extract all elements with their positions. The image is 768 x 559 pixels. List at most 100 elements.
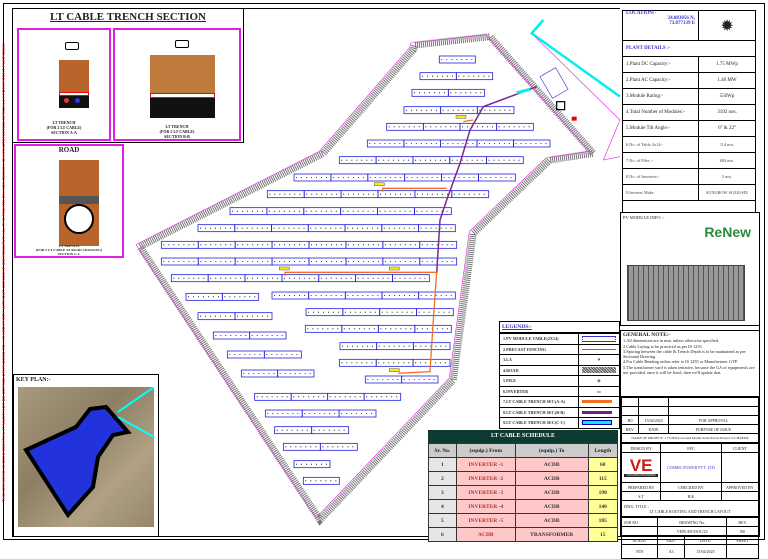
pv-module-table: [271, 240, 310, 249]
plant-details-table: LOCATION:- 24.083056 N, 73.877139 E ✹ PLAN…: [621, 10, 756, 237]
pv-module-table: [226, 350, 265, 359]
schedule-row: 3 INVERTER -3 ACDB 190: [428, 485, 619, 500]
pv-module-table: [305, 308, 344, 317]
legend-table: 1.PV MODULE TABLE(2X14) 2.PRECAST FENCING…: [499, 333, 620, 429]
pv-module-table: [234, 240, 273, 249]
legend-item: 2.PRECAST FENCING: [499, 343, 620, 355]
pv-module-table: [449, 156, 487, 165]
legend-label: 8.LT CABLE TRENCH SEC(B-B): [499, 406, 579, 418]
pv-module-panel: PV MODULE INFO :- ReNew: [620, 212, 760, 326]
detail-value: 684 nos.: [698, 152, 756, 169]
schedule-cell: 115: [587, 471, 619, 486]
pv-module-table: [382, 240, 421, 249]
dwg-title-cell: DWG. TITLE : LT CABLE ROUTING AND TRENCH …: [621, 500, 759, 517]
pv-module-table: [240, 369, 279, 378]
detail-label: 7.No. of Piles :-: [621, 152, 700, 169]
rev-header: REV.: [620, 424, 640, 434]
legend-item: 1.PV MODULE TABLE(2X14): [499, 333, 620, 345]
sheet-value: [726, 544, 759, 559]
pv-module-table: [264, 409, 303, 418]
pv-module-table: [401, 375, 439, 384]
pv-module-table: [366, 139, 405, 148]
pv-module-table: [338, 409, 377, 418]
pv-module-table: [451, 190, 490, 199]
date-cell: 15/04/2023: [638, 415, 669, 425]
pv-module-table: [419, 72, 457, 81]
schedule-title: LT CABLE SCHEDULE: [428, 430, 618, 443]
trench-section-panel: LT CABLE TRENCH SECTION LT TRENCH (FOR 2 …: [12, 8, 244, 143]
inverter-icon: [279, 266, 290, 271]
schedule-row: 1 INVERTER -1 ACDB 60: [428, 457, 619, 472]
prepared-by-label: PREPARED BY: [620, 482, 662, 492]
date-header: DATE: [638, 424, 669, 434]
client-label: CLIENT: [720, 443, 760, 453]
legend-label: 4.ROAD: [499, 364, 579, 376]
legend-item: 7.LT CABLE TRENCH SEC(A-A): [499, 396, 620, 408]
legend-label: 9.LT CABLE TRENCH SEC(C-C): [499, 417, 579, 429]
legend-label: 1.PV MODULE TABLE(2X14): [499, 333, 579, 345]
lt-cable-trench-a-a: [463, 119, 474, 123]
pv-module-table: [234, 224, 272, 233]
pv-module-table: [375, 156, 414, 165]
trench-title: LT CABLE TRENCH SECTION: [50, 11, 206, 23]
lt-cable-trench-a-a: [398, 272, 438, 374]
pv-module-table: [185, 292, 223, 301]
location-cell: LOCATION:- 24.083056 N, 73.877139 E: [621, 10, 700, 41]
cable-schedule: LT CABLE SCHEDULE Sr. No. (equip.) From (e…: [428, 430, 619, 542]
checked-by: B.K: [660, 491, 722, 501]
pv-module-table: [234, 312, 273, 321]
note-item: 5.The transformer yard is taken tentativ…: [623, 364, 755, 376]
pv-module-table: [414, 190, 453, 199]
pv-module-table: [345, 257, 384, 266]
pv-module-title: PV MODULE INFO :-: [623, 215, 665, 220]
note-item: 4.For Cable Bending radius refer to IS 1…: [623, 359, 738, 365]
drawing-no: VEPL/EE/DOC/23: [657, 526, 728, 536]
section-a-caption: LT TRENCH (FOR 2 LT CABLE) SECTION A-A: [46, 120, 82, 135]
lt-cable-trench-b-b: [435, 85, 537, 274]
schedule-cell: INVERTER -3: [455, 485, 516, 500]
legend-title: LEGENDS:-: [499, 321, 620, 333]
pv-module-table: [304, 324, 343, 333]
detail-value: 1.46 MW: [698, 72, 756, 89]
legend-symbol-icon: [578, 333, 620, 345]
title-block: GENERAL NOTE:- 1.All dimensions are in m…: [620, 330, 760, 559]
pv-module-table: [197, 240, 236, 249]
scale-value: NTS: [620, 544, 659, 559]
pv-module-table: [263, 350, 302, 359]
schedule-row: 4 INVERTER -4 ACDB 140: [428, 499, 619, 514]
pv-module-table: [170, 274, 209, 283]
schedule-cell: 15: [587, 527, 619, 542]
pv-module-table: [282, 442, 321, 451]
schedule-row: 5 INVERTER -5 ACDB 185: [428, 513, 619, 528]
pv-module-table: [339, 342, 378, 351]
schedule-row: 2 INVERTER -2 ACDB 115: [428, 471, 619, 486]
pv-module-table: [459, 122, 498, 131]
pv-module-table: [319, 442, 358, 451]
legend-symbol-icon: [578, 364, 620, 376]
pv-module-table: [207, 274, 246, 283]
pv-module-table: [341, 324, 379, 333]
designer-logo: VE VASUDHA ENGINEERS: [620, 452, 662, 483]
inverter-icon: [455, 115, 467, 119]
legend-label: 7.LT CABLE TRENCH SEC(A-A): [499, 396, 579, 408]
inverter-icon: [374, 182, 385, 186]
detail-label: 8.No. of Inverters:-: [621, 168, 700, 185]
pv-module-table: [249, 331, 287, 340]
approved-by: [720, 491, 760, 501]
pv-module-table: [344, 224, 383, 233]
pv-module-table: [403, 139, 441, 148]
pv-module-table: [367, 173, 406, 182]
schedule-cell: 4: [428, 499, 457, 514]
pv-module-table: [311, 426, 350, 435]
pv-module-table: [212, 331, 251, 340]
legend-item: 6.INVERTER ▭: [499, 385, 620, 397]
pv-module-table: [414, 207, 452, 216]
sheet-label: SHEET: [726, 535, 759, 545]
pv-module-table: [340, 207, 378, 216]
pv-module-table: [308, 257, 347, 266]
pv-module-table: [476, 139, 514, 148]
schedule-cell: INVERTER -1: [455, 457, 516, 472]
pv-module-table: [197, 257, 236, 266]
pv-module-table: [327, 392, 365, 401]
note-item: 3.Spacing between the cable & Trench Dep…: [623, 348, 746, 360]
